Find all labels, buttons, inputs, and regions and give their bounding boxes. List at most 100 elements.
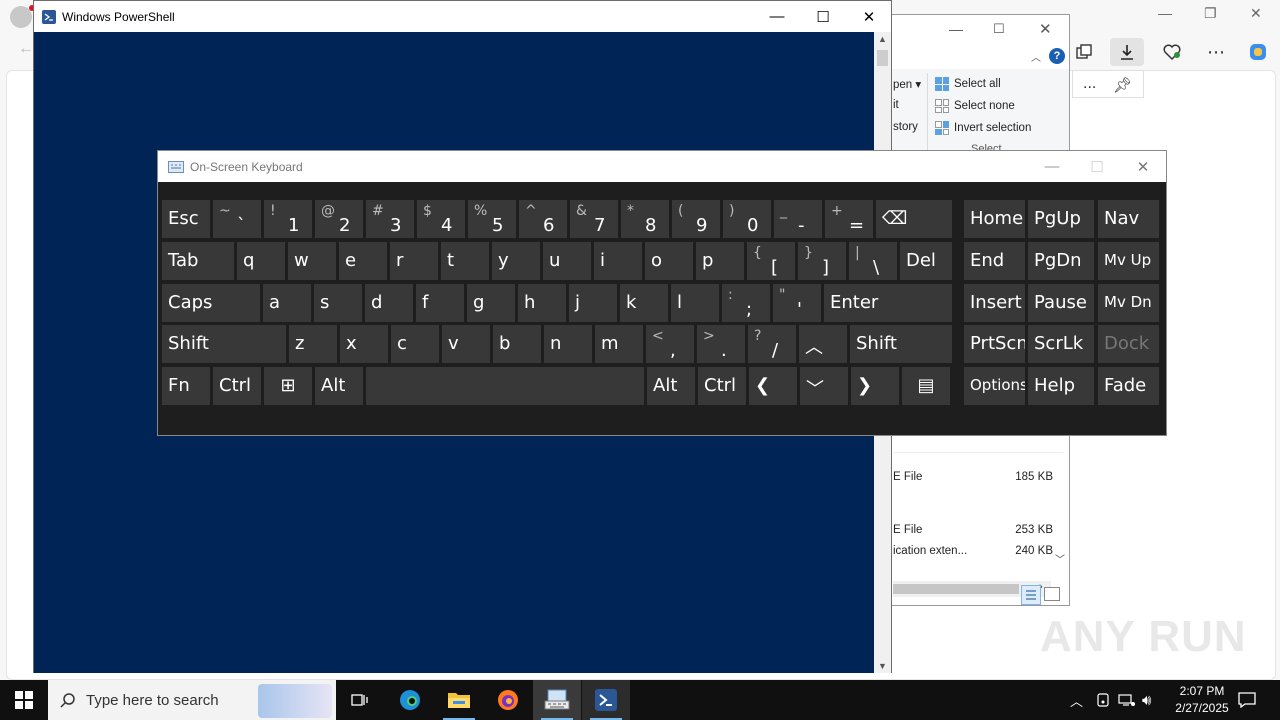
- ribbon-edit-label[interactable]: it: [893, 99, 899, 111]
- edge-taskbar-button[interactable]: [386, 680, 434, 720]
- y-key[interactable]: y: [492, 242, 540, 280]
- options-key[interactable]: Options: [964, 367, 1025, 405]
- del-key[interactable]: Del: [900, 242, 952, 280]
- w-key[interactable]: w: [288, 242, 336, 280]
- scrlk-key[interactable]: ScrLk: [1028, 325, 1094, 363]
- 0-key[interactable]: ) 0: [723, 200, 771, 238]
- t-key[interactable]: t: [441, 242, 489, 280]
- notifications-icon[interactable]: [1238, 680, 1256, 720]
- symbol-key[interactable]: ~ `: [213, 200, 261, 238]
- select-all-button[interactable]: Select all: [935, 77, 1001, 91]
- g-key[interactable]: g: [467, 284, 515, 322]
- osk-taskbar-button[interactable]: [533, 680, 581, 720]
- explorer-close-icon[interactable]: ✕: [1039, 20, 1052, 38]
- details-view-icon[interactable]: [1021, 585, 1041, 605]
- ribbon-open-label[interactable]: pen ▾: [893, 77, 921, 91]
- collections-icon[interactable]: [1067, 38, 1101, 66]
- alt-key[interactable]: Alt: [315, 367, 363, 405]
- restore-icon[interactable]: ❐: [1204, 5, 1217, 22]
- network-icon[interactable]: [1118, 680, 1136, 720]
- arrow-right-key[interactable]: ❯: [851, 367, 899, 405]
- close-button[interactable]: ✕: [846, 1, 892, 32]
- mv-dn-key[interactable]: Mv Dn: [1098, 284, 1159, 322]
- enter-key[interactable]: Enter: [824, 284, 952, 322]
- a-key[interactable]: a: [263, 284, 311, 322]
- scroll-down-icon[interactable]: ﹀: [1055, 551, 1065, 566]
- pgdn-key[interactable]: PgDn: [1028, 242, 1094, 280]
- powershell-titlebar[interactable]: Windows PowerShell — ☐ ✕: [34, 1, 891, 32]
- pause-key[interactable]: Pause: [1028, 284, 1094, 322]
- x-key[interactable]: x: [340, 325, 388, 363]
- 6-key[interactable]: ^ 6: [519, 200, 567, 238]
- help-key[interactable]: Help: [1028, 367, 1094, 405]
- file-row[interactable]: E File 185 KB: [893, 471, 1063, 483]
- l-key[interactable]: l: [671, 284, 719, 322]
- large-icons-view-icon[interactable]: [1044, 587, 1060, 601]
- more-options-icon[interactable]: ⋯: [1199, 38, 1233, 66]
- d-key[interactable]: d: [365, 284, 413, 322]
- minimize-button[interactable]: —: [754, 1, 800, 32]
- symbol-key[interactable]: _ -: [774, 200, 822, 238]
- u-key[interactable]: u: [543, 242, 591, 280]
- end-key[interactable]: End: [964, 242, 1025, 280]
- file-row[interactable]: E File 253 KB: [893, 524, 1063, 536]
- maximize-button[interactable]: ☐: [800, 1, 846, 32]
- esc-key[interactable]: Esc: [162, 200, 210, 238]
- p-key[interactable]: p: [696, 242, 744, 280]
- insert-key[interactable]: Insert: [964, 284, 1025, 322]
- symbol-key[interactable]: " ': [773, 284, 821, 322]
- h-key[interactable]: h: [518, 284, 566, 322]
- select-none-button[interactable]: Select none: [935, 99, 1015, 113]
- arrow-left-key[interactable]: ❮: [749, 367, 797, 405]
- fade-key[interactable]: Fade: [1098, 367, 1159, 405]
- explorer-minimize-icon[interactable]: —: [949, 21, 963, 37]
- mv-up-key[interactable]: Mv Up: [1098, 242, 1159, 280]
- nav-key[interactable]: Nav: [1098, 200, 1159, 238]
- shift-key[interactable]: Shift: [850, 325, 952, 363]
- c-key[interactable]: c: [391, 325, 439, 363]
- menu-key-key[interactable]: ▤: [902, 367, 950, 405]
- back-arrow-icon[interactable]: ←: [18, 40, 34, 58]
- file-row[interactable]: ication exten... 240 KB: [893, 545, 1063, 557]
- start-button[interactable]: [0, 680, 48, 720]
- windows-key-key[interactable]: ⊞: [264, 367, 312, 405]
- volume-icon[interactable]: 🔊︎: [1142, 680, 1151, 720]
- prtscn-key[interactable]: PrtScn: [964, 325, 1025, 363]
- v-key[interactable]: v: [442, 325, 490, 363]
- symbol-key[interactable]: {[: [747, 242, 795, 280]
- scrollbar-thumb[interactable]: [877, 50, 888, 66]
- j-key[interactable]: j: [569, 284, 617, 322]
- file-explorer-taskbar-button[interactable]: [435, 680, 483, 720]
- 9-key[interactable]: (9: [672, 200, 720, 238]
- symbol-key[interactable]: ? /: [748, 325, 796, 363]
- q-key[interactable]: q: [237, 242, 285, 280]
- k-key[interactable]: k: [620, 284, 668, 322]
- s-key[interactable]: s: [314, 284, 362, 322]
- invert-selection-button[interactable]: Invert selection: [935, 121, 1031, 135]
- show-hidden-icons-button[interactable]: ︿: [1070, 680, 1083, 720]
- symbol-key[interactable]: | \: [849, 242, 897, 280]
- o-key[interactable]: o: [645, 242, 693, 280]
- device-icon[interactable]: [1096, 680, 1110, 720]
- symbol-key[interactable]: >.: [697, 325, 745, 363]
- space-key[interactable]: [366, 367, 644, 405]
- scroll-down-icon[interactable]: ▼: [878, 661, 887, 671]
- 3-key[interactable]: #3: [366, 200, 414, 238]
- caps-key[interactable]: Caps: [162, 284, 260, 322]
- tab-key[interactable]: Tab: [162, 242, 234, 280]
- symbol-key[interactable]: :;: [722, 284, 770, 322]
- m-key[interactable]: m: [595, 325, 643, 363]
- close-icon[interactable]: ✕: [1250, 5, 1262, 22]
- firefox-taskbar-button[interactable]: [484, 680, 532, 720]
- osk-titlebar[interactable]: On-Screen Keyboard — ☐ ✕: [158, 151, 1166, 182]
- home-key[interactable]: Home: [964, 200, 1025, 238]
- minimize-icon[interactable]: —: [1158, 5, 1172, 21]
- e-key[interactable]: e: [339, 242, 387, 280]
- arrow-up-key[interactable]: ︿: [799, 325, 847, 363]
- alt-key[interactable]: Alt: [647, 367, 695, 405]
- 7-key[interactable]: & 7: [570, 200, 618, 238]
- z-key[interactable]: z: [289, 325, 337, 363]
- 4-key[interactable]: $4: [417, 200, 465, 238]
- b-key[interactable]: b: [493, 325, 541, 363]
- scroll-up-icon[interactable]: ▲: [878, 34, 887, 44]
